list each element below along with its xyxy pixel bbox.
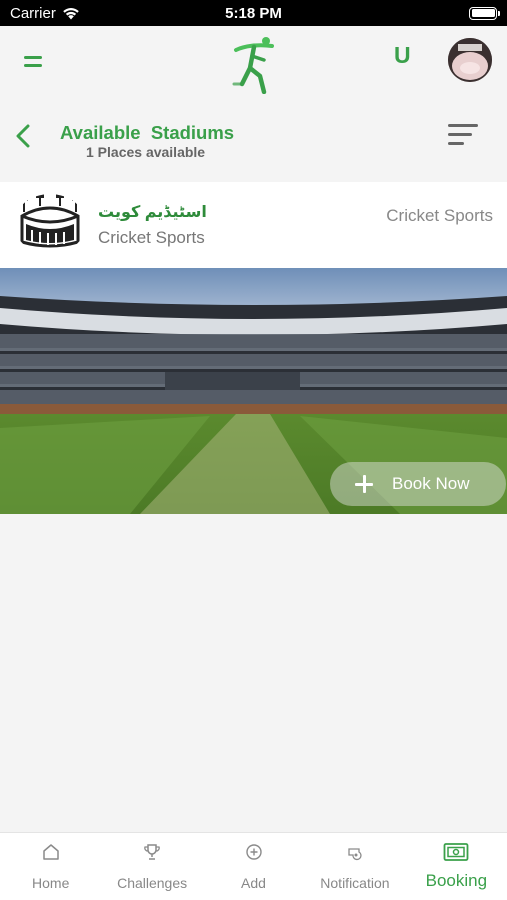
nav-add[interactable]: Add: [203, 833, 304, 900]
ticket-icon: [443, 843, 469, 861]
home-icon: [42, 844, 59, 860]
menu-line: [24, 63, 42, 67]
avatar[interactable]: [448, 38, 492, 82]
user-initial-button[interactable]: U: [394, 42, 411, 69]
battery-icon: [469, 6, 500, 20]
status-bar: Carrier 5:18 PM: [0, 0, 507, 26]
stadium-icon: [14, 194, 86, 254]
book-now-button[interactable]: Book Now: [330, 462, 506, 506]
wifi-icon: [63, 7, 79, 19]
nav-challenges[interactable]: Challenges: [101, 833, 202, 900]
avatar-image: [448, 38, 492, 82]
bottom-nav: Home Challenges Add Notification Booking: [0, 832, 507, 900]
nav-notification-label: Notification: [320, 875, 390, 891]
top-header: U: [0, 26, 507, 98]
nav-booking[interactable]: Booking: [406, 833, 507, 900]
page-title: Available Stadiums: [60, 122, 235, 143]
nav-notification[interactable]: Notification: [304, 833, 405, 900]
filter-line: [448, 142, 464, 145]
stadium-card[interactable]: اسٹیڈیم کویت Cricket Sports Cricket Spor…: [0, 182, 507, 514]
app-logo: [232, 37, 274, 94]
places-count: 1 Places available: [86, 144, 206, 160]
stadium-photo: Book Now: [0, 268, 507, 514]
stadium-category: Cricket Sports: [386, 206, 493, 225]
stadium-name: اسٹیڈیم کویت: [98, 204, 207, 221]
trophy-icon: [144, 844, 160, 860]
filter-line: [448, 124, 478, 127]
book-now-label: Book Now: [392, 474, 470, 493]
filter-line: [448, 133, 472, 136]
title-bar: Available Stadiums 1 Places available: [0, 108, 507, 168]
status-left: Carrier: [10, 5, 80, 22]
nav-challenges-label: Challenges: [117, 875, 188, 891]
add-circle-icon: [245, 844, 262, 860]
nav-home[interactable]: Home: [0, 833, 101, 900]
menu-line: [24, 55, 42, 59]
back-arrow-icon[interactable]: [12, 120, 38, 152]
carrier-label: Carrier: [10, 4, 56, 22]
stadium-sport-label: Cricket Sports: [98, 228, 205, 247]
nav-booking-label: Booking: [425, 871, 488, 890]
whistle-icon: [348, 848, 362, 861]
nav-home-label: Home: [32, 875, 70, 891]
sort-filter-button[interactable]: [448, 124, 482, 150]
plus-icon: [352, 472, 376, 496]
menu-button[interactable]: [24, 48, 52, 74]
nav-add-label: Add: [241, 875, 266, 891]
